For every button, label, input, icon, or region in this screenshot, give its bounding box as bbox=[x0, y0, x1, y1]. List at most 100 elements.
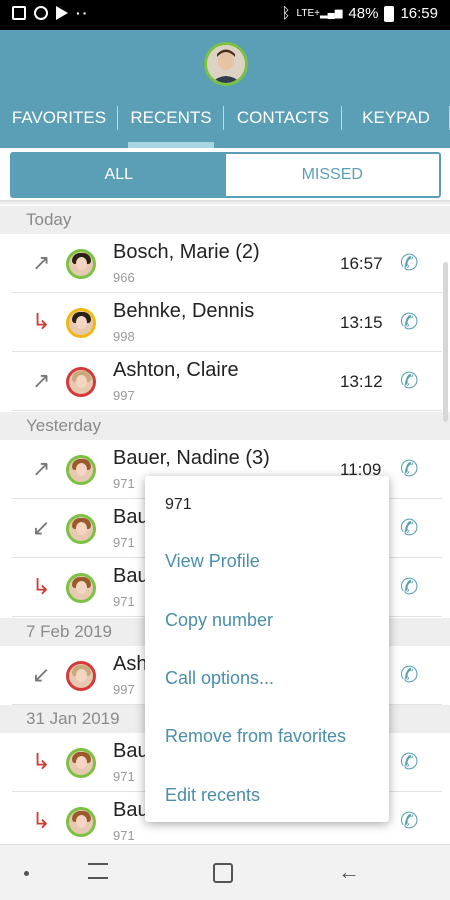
avatar-face bbox=[76, 756, 87, 769]
contact-name: Ash bbox=[113, 653, 148, 675]
avatar bbox=[66, 573, 96, 603]
battery-percent: 48% bbox=[348, 5, 379, 22]
tab-recents-label: RECENTS bbox=[130, 108, 212, 127]
avatar bbox=[66, 661, 96, 691]
tab-contacts[interactable]: CONTACTS bbox=[224, 102, 342, 148]
contact-number: 971 bbox=[113, 769, 135, 784]
avatar bbox=[66, 748, 96, 778]
phone-call-icon[interactable]: ✆ bbox=[400, 515, 418, 541]
avatar-face bbox=[76, 375, 87, 388]
outgoing-call-icon: ↗ bbox=[32, 456, 51, 481]
avatar-face bbox=[76, 257, 87, 270]
recent-apps-icon[interactable] bbox=[88, 863, 108, 879]
incoming-call-icon: ↙ bbox=[32, 662, 51, 687]
contact-number: 998 bbox=[113, 329, 135, 344]
call-row[interactable]: ↳ Behnke, Dennis 998 13:15 ✆ bbox=[12, 293, 442, 352]
phone-call-icon[interactable]: ✆ bbox=[400, 749, 418, 775]
home-icon[interactable] bbox=[213, 863, 233, 883]
call-time: 13:15 bbox=[340, 313, 383, 332]
contact-number: 971 bbox=[113, 828, 135, 843]
avatar-face bbox=[76, 522, 87, 535]
contact-number: 971 bbox=[113, 476, 135, 491]
contact-name: Bosch, Marie (2) bbox=[113, 241, 260, 263]
my-avatar-photo bbox=[207, 45, 245, 83]
outgoing-call-icon: ↗ bbox=[32, 250, 51, 275]
avatar bbox=[66, 514, 96, 544]
contact-name: Bauer, Nadine (3) bbox=[113, 447, 270, 469]
avatar bbox=[66, 455, 96, 485]
avatar bbox=[66, 249, 96, 279]
phone-call-icon[interactable]: ✆ bbox=[400, 574, 418, 600]
phone-call-icon[interactable]: ✆ bbox=[400, 662, 418, 688]
contact-name: Bau bbox=[113, 799, 149, 821]
call-row[interactable]: ↗ Ashton, Claire 997 13:12 ✆ bbox=[12, 352, 442, 411]
status-icons-right: ᛒ LTE+▂▄▆ 48% 16:59 bbox=[282, 5, 439, 22]
status-time: 16:59 bbox=[400, 5, 438, 22]
back-icon[interactable]: ← bbox=[338, 859, 360, 885]
avatar-face bbox=[76, 669, 87, 682]
avatar-face bbox=[76, 463, 87, 476]
section-header: Today bbox=[0, 206, 450, 234]
context-menu-title: 971 bbox=[165, 496, 192, 513]
contact-name: Bau bbox=[113, 506, 149, 528]
call-time: 13:12 bbox=[340, 372, 383, 391]
phone-call-icon[interactable]: ✆ bbox=[400, 456, 418, 482]
status-icons-left: ·· bbox=[12, 5, 89, 21]
call-row[interactable]: ↗ Bosch, Marie (2) 966 16:57 ✆ bbox=[12, 234, 442, 293]
bluetooth-icon: ᛒ bbox=[281, 5, 291, 22]
status-bar: ·· ᛒ LTE+▂▄▆ 48% 16:59 bbox=[0, 0, 450, 30]
outgoing-call-icon: ↗ bbox=[32, 368, 51, 393]
filter-all-button[interactable]: ALL bbox=[12, 154, 226, 196]
phone-call-icon[interactable]: ✆ bbox=[400, 309, 418, 335]
menu-item-edit-recents[interactable]: Edit recents bbox=[165, 785, 260, 806]
avatar-face bbox=[76, 581, 87, 594]
missed-call-icon: ↳ bbox=[32, 749, 51, 774]
tab-favorites-label: FAVORITES bbox=[11, 108, 107, 127]
more-dots-icon: ·· bbox=[76, 5, 90, 21]
phone-call-icon[interactable]: ✆ bbox=[400, 250, 418, 276]
tab-contacts-label: CONTACTS bbox=[236, 108, 330, 127]
nav-dot-icon[interactable] bbox=[24, 871, 29, 876]
contact-name: Ashton, Claire bbox=[113, 359, 239, 381]
contact-name: Behnke, Dennis bbox=[113, 300, 255, 322]
my-avatar[interactable] bbox=[204, 42, 248, 86]
section-header: Yesterday bbox=[0, 412, 450, 440]
tab-keypad[interactable]: KEYPAD bbox=[342, 102, 450, 148]
battery-icon bbox=[384, 5, 395, 22]
contact-number: 971 bbox=[113, 535, 135, 550]
incoming-call-icon: ↙ bbox=[32, 515, 51, 540]
phone-call-icon[interactable]: ✆ bbox=[400, 808, 418, 834]
tab-recents[interactable]: RECENTS bbox=[118, 102, 224, 148]
system-nav-bar: ← bbox=[0, 844, 450, 900]
contact-number: 966 bbox=[113, 270, 135, 285]
contact-name: Bau bbox=[113, 740, 149, 762]
app-header: FAVORITES RECENTS CONTACTS KEYPAD bbox=[0, 30, 450, 148]
context-menu: 971 View Profile Copy number Call option… bbox=[145, 476, 389, 822]
lte-signal-icon: LTE+▂▄▆ bbox=[296, 8, 343, 19]
avatar bbox=[66, 367, 96, 397]
menu-item-copy-number[interactable]: Copy number bbox=[165, 610, 273, 631]
call-time: 16:57 bbox=[340, 254, 383, 273]
shield-icon bbox=[34, 6, 48, 20]
missed-call-icon: ↳ bbox=[32, 574, 51, 599]
menu-item-remove-favorites[interactable]: Remove from favorites bbox=[165, 726, 346, 747]
main-tabs: FAVORITES RECENTS CONTACTS KEYPAD bbox=[0, 102, 450, 148]
network-label: LTE+ bbox=[296, 8, 320, 19]
filter-missed-button[interactable]: MISSED bbox=[226, 154, 440, 196]
contact-number: 997 bbox=[113, 682, 135, 697]
contact-name: Bau bbox=[113, 565, 149, 587]
missed-call-icon: ↳ bbox=[32, 808, 51, 833]
contact-number: 971 bbox=[113, 594, 135, 609]
gallery-icon bbox=[12, 6, 26, 20]
call-filter-toggle: ALL MISSED bbox=[10, 152, 441, 198]
missed-call-icon: ↳ bbox=[32, 309, 51, 334]
avatar-face bbox=[76, 815, 87, 828]
menu-item-view-profile[interactable]: View Profile bbox=[165, 551, 260, 572]
avatar bbox=[66, 308, 96, 338]
phone-call-icon[interactable]: ✆ bbox=[400, 368, 418, 394]
avatar-face bbox=[76, 316, 87, 329]
tab-favorites[interactable]: FAVORITES bbox=[0, 102, 118, 148]
play-icon bbox=[56, 6, 68, 20]
menu-item-call-options[interactable]: Call options... bbox=[165, 668, 274, 689]
scrollbar[interactable] bbox=[443, 262, 448, 422]
